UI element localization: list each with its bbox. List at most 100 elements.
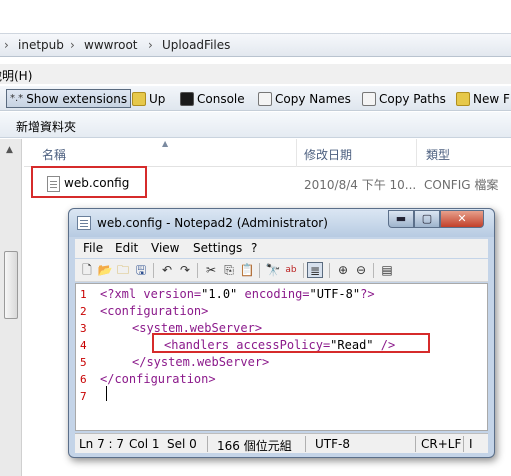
vertical-scrollbar[interactable]: ▲ bbox=[0, 139, 22, 476]
code-token: <?xml bbox=[100, 287, 144, 301]
line-number: 7 bbox=[80, 390, 87, 403]
close-button[interactable]: ✕ bbox=[440, 210, 484, 228]
zoom-in-icon[interactable]: ⊕ bbox=[335, 262, 351, 278]
code-token: encoding= bbox=[237, 287, 310, 301]
copy-names-button[interactable]: Copy Names bbox=[258, 89, 351, 108]
console-button[interactable]: Console bbox=[180, 89, 245, 108]
menu-settings[interactable]: Settings bbox=[193, 241, 242, 255]
line-number: 2 bbox=[80, 305, 87, 318]
status-size: 166 個位元組 bbox=[217, 439, 292, 453]
code-line-6: </configuration> bbox=[100, 372, 216, 386]
line-number: 5 bbox=[80, 356, 87, 369]
open-icon[interactable]: 📂 bbox=[97, 262, 113, 278]
line-number-gutter: 1 2 3 4 5 6 7 bbox=[76, 284, 96, 430]
scrollbar-thumb[interactable] bbox=[4, 251, 18, 319]
scroll-up-arrow-icon[interactable]: ▲ bbox=[6, 145, 13, 155]
copy-paths-label: Copy Paths bbox=[379, 91, 446, 106]
toolbar-separator bbox=[303, 263, 304, 278]
status-divider bbox=[415, 436, 416, 452]
code-token: version= bbox=[143, 287, 202, 301]
file-highlight-annotation bbox=[31, 166, 147, 198]
new-icon[interactable]: 🗋 bbox=[79, 262, 95, 278]
notepad-menubar: File Edit View Settings ? bbox=[75, 239, 488, 258]
new-folder-label: New F bbox=[473, 91, 510, 106]
new-folder-button[interactable]: New F bbox=[456, 89, 510, 108]
code-line-1: <?xml version="1.0" encoding="UTF-8"?> bbox=[100, 287, 375, 301]
window-title: web.config - Notepad2 (Administrator) bbox=[97, 216, 328, 230]
undo-icon[interactable]: ↶ bbox=[159, 262, 175, 278]
address-bar[interactable]: › inetpub › wwwroot › UploadFiles bbox=[0, 33, 511, 57]
breadcrumb-separator-icon: › bbox=[4, 38, 9, 52]
up-button[interactable]: Up bbox=[132, 89, 165, 108]
code-token: ?> bbox=[360, 287, 375, 301]
code-token: "UTF-8" bbox=[309, 287, 361, 301]
breadcrumb-item-inetpub[interactable]: inetpub bbox=[18, 38, 64, 52]
code-line-2: <configuration> bbox=[100, 304, 209, 318]
status-selection: Sel 0 bbox=[167, 437, 197, 451]
redo-icon[interactable]: ↷ bbox=[177, 262, 193, 278]
column-divider[interactable] bbox=[416, 139, 417, 167]
console-icon bbox=[180, 91, 194, 106]
code-token: "1.0" bbox=[201, 287, 238, 301]
menu-view[interactable]: View bbox=[151, 241, 179, 255]
menu-help[interactable]: ? bbox=[251, 241, 257, 255]
copy-names-icon bbox=[258, 91, 272, 106]
scheme-icon[interactable]: ▤ bbox=[379, 262, 395, 278]
column-header-modified[interactable]: 修改日期 bbox=[304, 146, 352, 163]
explorer-menubar: 說明(H) bbox=[0, 64, 511, 84]
breadcrumb-item-uploadfiles[interactable]: UploadFiles bbox=[162, 38, 230, 52]
word-wrap-icon[interactable]: ≣ bbox=[307, 262, 323, 278]
paste-icon[interactable]: 📋 bbox=[239, 262, 255, 278]
up-label: Up bbox=[149, 91, 166, 106]
column-divider[interactable] bbox=[296, 139, 297, 167]
column-headers: 名稱 ▲ 修改日期 類型 bbox=[24, 139, 511, 167]
status-encoding: UTF-8 bbox=[315, 437, 350, 451]
toolbar-separator bbox=[153, 263, 154, 278]
menu-edit[interactable]: Edit bbox=[115, 241, 138, 255]
column-header-type[interactable]: 類型 bbox=[426, 146, 450, 163]
zoom-out-icon[interactable]: ⊖ bbox=[353, 262, 369, 278]
line-number: 6 bbox=[80, 373, 87, 386]
status-line-ending: CR+LF bbox=[421, 437, 462, 451]
new-folder-icon bbox=[456, 91, 470, 106]
copy-paths-icon bbox=[362, 91, 376, 106]
file-modified: 2010/8/4 下午 10... bbox=[304, 178, 417, 192]
notepad-app-icon[interactable] bbox=[77, 216, 91, 230]
extensions-icon: *.* bbox=[10, 93, 24, 104]
explorer-command-bar: 新增資料夾 bbox=[0, 112, 511, 138]
breadcrumb-separator-icon: › bbox=[148, 38, 153, 52]
status-position: Ln 7 : 7 bbox=[79, 437, 125, 451]
copy-paths-button[interactable]: Copy Paths bbox=[362, 89, 446, 108]
copy-names-label: Copy Names bbox=[275, 91, 351, 106]
code-editor[interactable]: 1 2 3 4 5 6 7 <?xml version="1.0" encodi… bbox=[75, 283, 488, 431]
notepad-toolbar: 🗋 📂 🗀 🖫 ↶ ↷ ✂ ⎘ 📋 🔭 ab ≣ ⊕ ⊖ ▤ bbox=[75, 259, 488, 282]
maximize-button[interactable]: ▢ bbox=[414, 210, 440, 228]
text-cursor bbox=[106, 386, 107, 401]
new-folder-command[interactable]: 新增資料夾 bbox=[16, 118, 76, 135]
breadcrumb-item-wwwroot[interactable]: wwwroot bbox=[84, 38, 138, 52]
copy-icon[interactable]: ⎘ bbox=[221, 262, 237, 278]
toolbar-separator bbox=[197, 263, 198, 278]
status-bar: Ln 7 : 7 Col 1 Sel 0 166 個位元組 UTF-8 CR+L… bbox=[75, 433, 488, 453]
line-number: 1 bbox=[80, 288, 87, 301]
breadcrumb-separator-icon: › bbox=[70, 38, 75, 52]
sort-ascending-icon: ▲ bbox=[162, 139, 169, 148]
cut-icon[interactable]: ✂ bbox=[203, 262, 219, 278]
toolbar-separator bbox=[373, 263, 374, 278]
find-icon[interactable]: 🔭 bbox=[265, 262, 281, 278]
status-divider bbox=[463, 436, 464, 452]
browse-icon[interactable]: 🗀 bbox=[115, 262, 131, 278]
line-number: 4 bbox=[80, 339, 87, 352]
show-extensions-button[interactable]: *.* Show extensions bbox=[6, 89, 132, 108]
code-line-5: </system.webServer> bbox=[132, 355, 270, 369]
replace-icon[interactable]: ab bbox=[283, 262, 299, 278]
column-header-name[interactable]: 名稱 bbox=[42, 146, 66, 163]
toolbar-separator bbox=[329, 263, 330, 278]
menu-file[interactable]: File bbox=[83, 241, 103, 255]
minimize-button[interactable]: ▬ bbox=[388, 210, 414, 228]
up-folder-icon bbox=[132, 91, 146, 106]
menu-help[interactable]: 說明(H) bbox=[0, 67, 32, 84]
status-divider bbox=[305, 436, 306, 452]
save-icon[interactable]: 🖫 bbox=[133, 262, 149, 278]
notepad-titlebar[interactable]: web.config - Notepad2 (Administrator) ▬ … bbox=[69, 209, 494, 237]
